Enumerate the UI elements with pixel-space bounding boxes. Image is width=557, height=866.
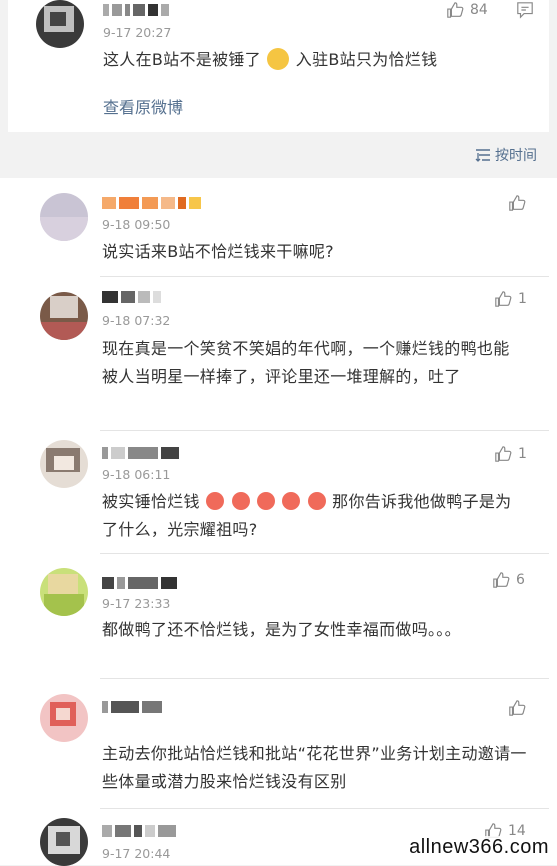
emoji-laugh-icon bbox=[256, 492, 275, 510]
like-button[interactable] bbox=[508, 194, 532, 212]
watermark: allnew366.com bbox=[409, 836, 549, 859]
thumbs-up-icon bbox=[509, 700, 526, 716]
like-button[interactable]: 1 bbox=[494, 290, 527, 308]
sort-label: 按时间 bbox=[495, 148, 537, 164]
emoji-laugh-icon bbox=[282, 492, 301, 510]
like-count: 6 bbox=[516, 572, 525, 588]
divider bbox=[100, 276, 549, 277]
avatar[interactable] bbox=[40, 818, 88, 866]
comment-text: 现在真是一个笑贫不笑娼的年代啊，一个赚烂钱的鸭也能被人当明星一样捧了，评论里还一… bbox=[102, 339, 510, 386]
avatar[interactable] bbox=[40, 292, 88, 340]
comment-time: 9-18 09:50 bbox=[102, 217, 171, 232]
comment-text: 主动去你批站恰烂钱和批站“花花世界”业务计划主动邀请一些体量或潜力股来恰烂钱没有… bbox=[102, 744, 527, 791]
thumbs-up-icon bbox=[493, 572, 510, 588]
like-count: 84 bbox=[470, 2, 488, 18]
sort-icon bbox=[475, 149, 490, 162]
comment-text: 被实锤恰烂钱 那你告诉我他做鸭子是为了什么，光宗耀祖吗? bbox=[102, 492, 512, 539]
like-count: 1 bbox=[518, 291, 527, 307]
like-button[interactable]: 84 bbox=[446, 1, 488, 19]
avatar[interactable] bbox=[40, 193, 88, 241]
like-button[interactable] bbox=[508, 699, 532, 717]
comment-icon bbox=[517, 2, 533, 19]
comment-list: 9-18 09:50 说实话来B站不恰烂钱来干嘛呢? 9-18 07:32 1 … bbox=[0, 178, 557, 866]
comment-time: 9-18 06:11 bbox=[102, 467, 171, 482]
emoji-laugh-icon bbox=[206, 492, 225, 510]
comment-time: 9-17 23:33 bbox=[102, 596, 171, 611]
username-blurred[interactable] bbox=[102, 196, 201, 210]
avatar[interactable] bbox=[36, 0, 84, 48]
avatar[interactable] bbox=[40, 440, 88, 488]
thumbs-up-icon bbox=[495, 446, 512, 462]
divider bbox=[100, 678, 549, 679]
like-button[interactable]: 1 bbox=[494, 445, 527, 463]
username-blurred[interactable] bbox=[102, 700, 162, 714]
thumbs-up-icon bbox=[509, 195, 526, 211]
divider bbox=[100, 553, 549, 554]
comment-time: 9-18 07:32 bbox=[102, 313, 171, 328]
username-blurred[interactable] bbox=[102, 576, 177, 590]
comment-time: 9-17 20:44 bbox=[102, 846, 171, 861]
top-comment-card: 9-17 20:27 84 这人在B站不是被锤了 入驻B站只为恰烂钱 查看原微博 bbox=[8, 0, 549, 132]
reply-button[interactable] bbox=[516, 1, 534, 19]
like-button[interactable]: 6 bbox=[492, 571, 525, 589]
username-blurred[interactable] bbox=[103, 3, 169, 17]
emoji-laugh-icon bbox=[231, 492, 250, 510]
avatar[interactable] bbox=[40, 694, 88, 742]
divider bbox=[100, 808, 549, 809]
thumbs-up-icon bbox=[495, 291, 512, 307]
view-original-link[interactable]: 查看原微博 bbox=[103, 94, 183, 118]
avatar[interactable] bbox=[40, 568, 88, 616]
like-count: 1 bbox=[518, 446, 527, 462]
comment-text: 都做鸭了还不恰烂钱，是为了女性幸福而做吗。。。 bbox=[102, 620, 461, 639]
username-blurred[interactable] bbox=[102, 824, 176, 838]
divider bbox=[100, 430, 549, 431]
emoji-laugh-icon bbox=[307, 492, 326, 510]
sort-by-time-button[interactable]: 按时间 bbox=[475, 145, 537, 165]
comment-text: 这人在B站不是被锤了 入驻B站只为恰烂钱 bbox=[103, 48, 438, 70]
thumbs-up-icon bbox=[447, 2, 464, 18]
comment-time: 9-17 20:27 bbox=[103, 25, 172, 40]
username-blurred[interactable] bbox=[102, 446, 179, 460]
comment-text: 说实话来B站不恰烂钱来干嘛呢? bbox=[102, 242, 334, 261]
username-blurred[interactable] bbox=[102, 290, 161, 304]
emoji-drool-icon bbox=[267, 48, 290, 70]
